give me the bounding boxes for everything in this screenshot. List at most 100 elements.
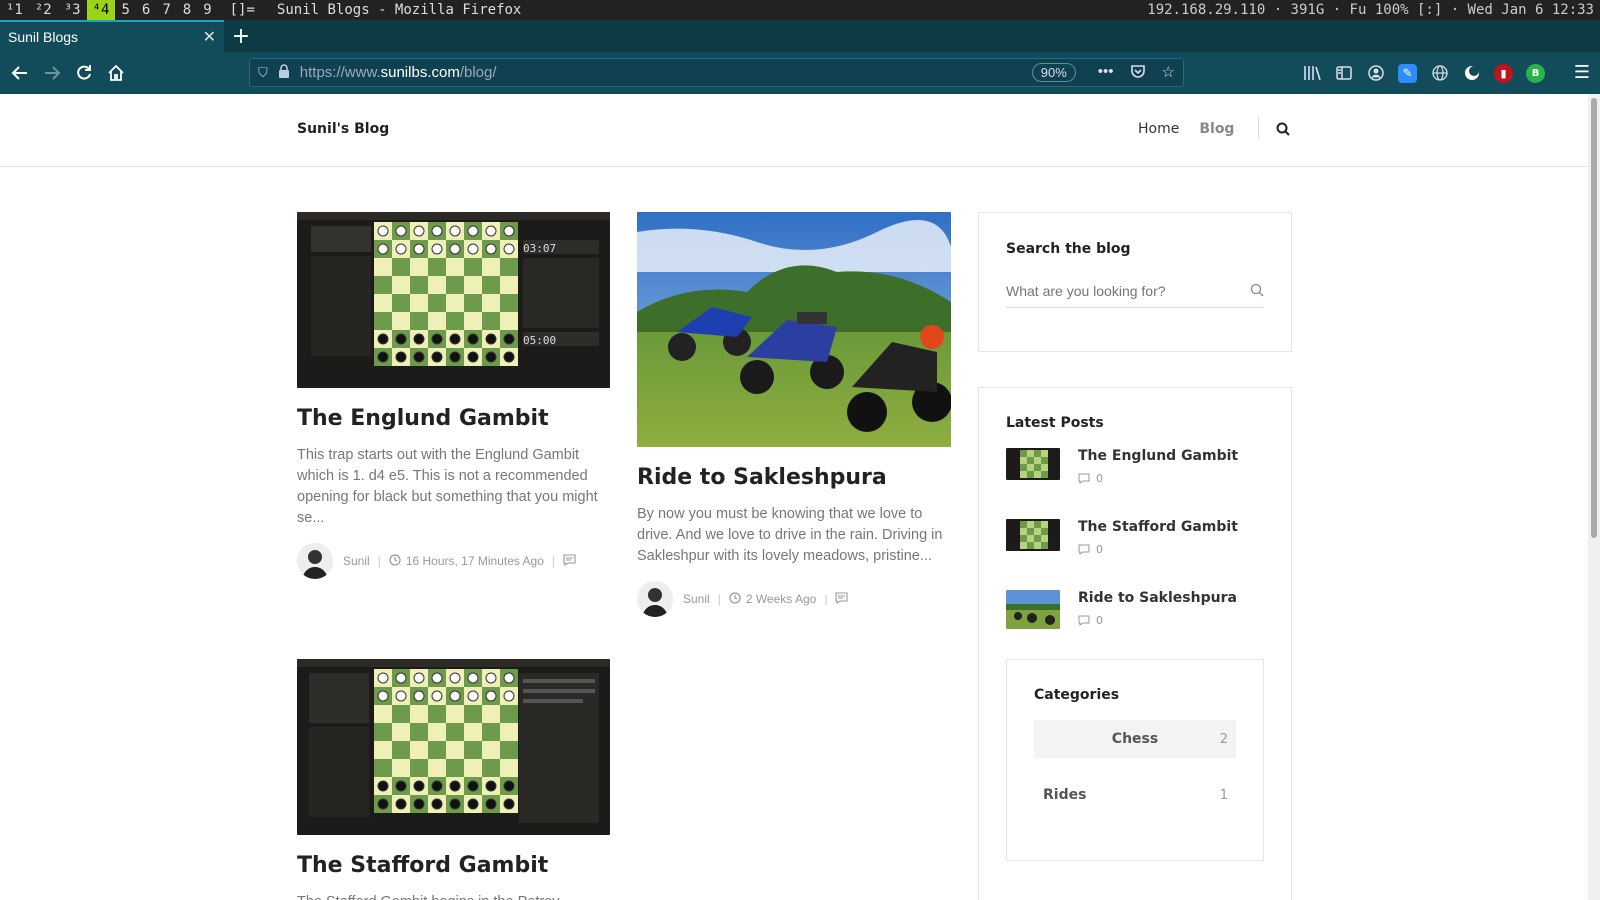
meta-separator: | [377,554,381,568]
scrollbar-thumb[interactable] [1591,98,1597,538]
reload-icon [77,65,91,80]
comment-icon [1078,615,1090,626]
chess-board [374,669,518,813]
search-icon[interactable] [1250,282,1264,301]
shield-icon[interactable]: ⛉ [258,65,268,81]
close-icon[interactable]: ✕ [203,27,216,47]
zoom-indicator[interactable]: 90% [1031,63,1076,82]
post-author[interactable]: Sunil [683,592,710,606]
reload-button[interactable] [68,57,100,89]
dark-reader-icon[interactable] [1462,64,1481,83]
categories-widget: Categories Chess 2 Rides 1 [1006,659,1264,861]
bookmark-star-icon[interactable]: ☆ [1162,63,1175,83]
comment-icon[interactable] [835,591,848,607]
categories-title: Categories [1034,687,1120,703]
workspace-6[interactable]: 6 [136,0,156,20]
latest-post-thumbnail[interactable] [1006,448,1060,480]
category-name: Rides [1043,787,1087,803]
search-input[interactable] [1006,283,1236,299]
extension-pen-icon[interactable]: ✎ [1398,63,1417,83]
meta-separator: | [717,592,721,606]
workspace-7[interactable]: 7 [156,0,176,20]
forward-arrow-icon [45,66,61,80]
clock-bottom: 05:00 [523,334,556,347]
latest-post-title[interactable]: Ride to Sakleshpura [1078,590,1237,606]
category-name: Chess [1111,731,1159,747]
latest-post-thumbnail[interactable] [1006,590,1060,629]
post-card: Ride to Sakleshpura By now you must be k… [637,212,951,617]
avatar[interactable] [637,581,673,617]
tab-sunil-blogs[interactable]: Sunil Blogs ✕ [0,20,224,52]
category-rides[interactable]: Rides 1 [1034,776,1236,814]
comment-icon [1078,473,1090,484]
search-icon[interactable] [1276,121,1290,140]
workspace-4[interactable]: ⁴4 [86,0,116,20]
latest-post-item[interactable]: Ride to Sakleshpura 0 [1006,590,1237,629]
comment-count: 0 [1078,614,1237,627]
blog-search-field[interactable] [1006,275,1264,308]
system-status: 192.168.29.110 · 391G · Fu 100% [:] · We… [1147,2,1594,18]
post-author[interactable]: Sunil [343,554,370,568]
post-thumbnail[interactable]: 03:07 05:00 [297,212,610,388]
latest-post-thumbnail[interactable] [1006,519,1060,551]
address-bar-actions: ••• ☆ [1098,63,1175,83]
new-tab-button[interactable]: + [224,20,258,52]
workspace-list: ¹1 ²2 ³3 ⁴4 5 6 7 8 9 []= Sunil Blogs - … [0,0,527,20]
back-arrow-icon [11,66,27,80]
latest-posts-title: Latest Posts [1006,415,1104,431]
home-button[interactable] [100,57,132,89]
account-icon[interactable] [1366,64,1385,83]
post-time: 16 Hours, 17 Minutes Ago [405,554,544,568]
latest-post-item[interactable]: The Stafford Gambit 0 [1006,519,1238,556]
comment-count-value: 0 [1096,614,1103,627]
latest-post-title[interactable]: The Stafford Gambit [1078,519,1238,535]
post-title[interactable]: Ride to Sakleshpura [637,465,951,490]
nav-home-link[interactable]: Home [1138,121,1179,137]
comment-icon[interactable] [563,553,576,569]
nav-blog-link[interactable]: Blog [1199,121,1234,137]
workspace-8[interactable]: 8 [177,0,197,20]
workspace-3[interactable]: ³3 [58,0,87,20]
workspace-2[interactable]: ²2 [29,0,58,20]
workspace-1[interactable]: ¹1 [0,0,29,20]
site-brand[interactable]: Sunil's Blog [297,121,389,137]
extension-b-icon[interactable]: B [1526,63,1545,83]
clock-icon [729,591,741,607]
latest-post-title[interactable]: The Englund Gambit [1078,448,1238,464]
page-scrollbar[interactable] [1588,94,1600,900]
post-title[interactable]: The Stafford Gambit [297,853,610,878]
lock-icon[interactable] [278,64,290,81]
page-actions-icon[interactable]: ••• [1098,63,1114,83]
post-excerpt: The Stafford Gambit begins in the Petrov… [297,892,610,900]
post-title[interactable]: The Englund Gambit [297,406,610,431]
chess-board [374,222,518,366]
back-button[interactable] [4,57,36,89]
post-thumbnail[interactable] [297,659,610,835]
workspace-9[interactable]: 9 [197,0,217,20]
latest-posts-widget: Latest Posts The Englund Gambit 0 The St… [978,387,1292,900]
latest-post-item[interactable]: The Englund Gambit 0 [1006,448,1238,485]
pocket-icon[interactable] [1130,63,1146,83]
meta-separator: | [551,554,556,568]
library-icon[interactable] [1302,64,1321,83]
post-excerpt: By now you must be knowing that we love … [637,506,943,564]
web-page: Sunil's Blog Home Blog 03:07 05:00 The E… [0,94,1588,900]
url-host: sunilbs.com [380,64,460,81]
sidebar-icon[interactable] [1334,64,1353,83]
navigation-toolbar: ⛉ https://www.sunilbs.com/blog/ 90% ••• … [0,52,1600,94]
workspace-5[interactable]: 5 [115,0,135,20]
globe-icon[interactable] [1430,64,1449,83]
nav-divider [1258,116,1259,138]
ublock-icon[interactable]: ▮ [1494,63,1513,83]
avatar[interactable] [297,543,333,579]
category-count: 2 [1219,731,1228,747]
category-chess[interactable]: Chess 2 [1034,720,1236,758]
meta-separator: | [824,592,828,606]
hamburger-menu-icon[interactable]: ☰ [1574,62,1590,83]
url-text[interactable]: https://www.sunilbs.com/blog/ [300,64,497,81]
post-thumbnail[interactable] [637,212,951,447]
post-time: 2 Weeks Ago [745,592,817,606]
comment-icon [1078,544,1090,555]
forward-button[interactable] [36,57,68,89]
address-bar[interactable]: ⛉ https://www.sunilbs.com/blog/ 90% ••• … [249,58,1184,87]
